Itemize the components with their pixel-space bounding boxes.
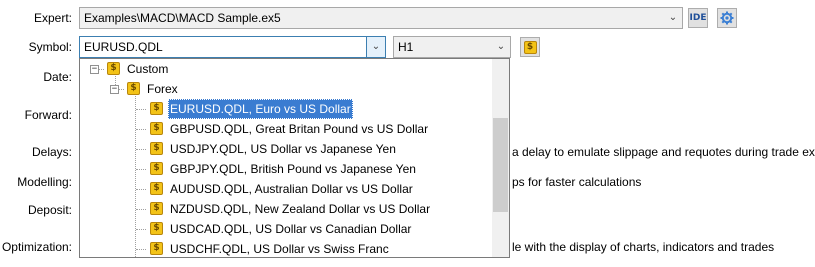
symbol-item[interactable]: $ NZDUSD.QDL, New Zealand Dollar vs US D…	[80, 199, 490, 219]
expert-label: Expert:	[33, 11, 72, 25]
symbol-item-label: USDJPY.QDL, US Dollar vs Japanese Yen	[170, 142, 396, 156]
symbol-item-label: EURUSD.QDL, Euro vs US Dollar	[168, 99, 353, 119]
ide-button-label: IDE	[689, 13, 707, 23]
tree-collapse-icon[interactable]: −	[90, 65, 99, 74]
chevron-down-icon[interactable]: ⌄	[366, 37, 385, 57]
symbol-tree-dropdown[interactable]: − $ Custom − $ Forex $ EURUSD.QDL, Euro …	[79, 58, 510, 258]
modelling-label: Modelling:	[17, 175, 72, 189]
symbol-item-label: USDCHF.QDL, US Dollar vs Swiss Franc	[170, 242, 389, 256]
tree-group-custom[interactable]: − $ Custom	[80, 59, 490, 79]
symbol-value: EURUSD.QDL	[84, 40, 163, 54]
expert-select[interactable]: Examples\MACD\MACD Sample.ex5 ⌄	[79, 7, 683, 29]
dollar-coin-icon: $	[150, 142, 163, 155]
ide-button[interactable]: IDE	[688, 8, 708, 28]
expert-value: Examples\MACD\MACD Sample.ex5	[84, 11, 281, 25]
symbol-combobox[interactable]: EURUSD.QDL ⌄	[79, 36, 386, 58]
symbol-item-label: GBPJPY.QDL, British Pound vs Japanese Ye…	[170, 162, 416, 176]
period-value: H1	[398, 40, 414, 54]
dollar-coin-icon: $	[150, 202, 163, 215]
deposit-label: Deposit:	[27, 203, 72, 217]
symbol-item-label: USDCAD.QDL, US Dollar vs Canadian Dollar	[170, 222, 412, 236]
tree-group-label: Forex	[147, 82, 178, 96]
delays-description: a delay to emulate slippage and requotes…	[512, 145, 815, 159]
dollar-coin-icon: $	[150, 222, 163, 235]
symbol-item[interactable]: $ EURUSD.QDL, Euro vs US Dollar	[80, 99, 490, 119]
chevron-down-icon: ⌄	[496, 41, 506, 52]
dollar-coin-icon: $	[127, 82, 140, 95]
symbol-item-label: NZDUSD.QDL, New Zealand Dollar vs US Dol…	[170, 202, 431, 216]
symbol-item[interactable]: $ USDCAD.QDL, US Dollar vs Canadian Doll…	[80, 219, 490, 239]
settings-button[interactable]	[717, 8, 737, 28]
symbol-item[interactable]: $ GBPUSD.QDL, Great Britan Pound vs US D…	[80, 119, 490, 139]
dollar-coin-icon: $	[150, 242, 163, 255]
dollar-coin-icon: $	[150, 122, 163, 135]
forward-label: Forward:	[24, 108, 72, 122]
period-select[interactable]: H1 ⌄	[393, 36, 511, 58]
dollar-coin-icon: $	[150, 102, 163, 115]
settings-gear-icon	[720, 11, 734, 25]
date-label: Date:	[43, 70, 72, 84]
optimization-description: le with the display of charts, indicator…	[512, 240, 775, 254]
symbol-item[interactable]: $ USDCHF.QDL, US Dollar vs Swiss Franc	[80, 239, 490, 257]
tree-group-label: Custom	[127, 62, 169, 76]
delays-label: Delays:	[31, 145, 72, 159]
optimization-label: Optimization:	[1, 240, 72, 254]
dollar-coin-icon: $	[150, 162, 163, 175]
tree-collapse-icon[interactable]: −	[110, 85, 119, 94]
symbol-item-label: AUDUSD.QDL, Australian Dollar vs US Doll…	[170, 182, 413, 196]
symbol-item[interactable]: $ GBPJPY.QDL, British Pound vs Japanese …	[80, 159, 490, 179]
dollar-coin-icon: $	[150, 182, 163, 195]
symbol-label: Symbol:	[28, 40, 72, 54]
dropdown-scrollbar[interactable]	[492, 59, 509, 257]
modelling-description: ps for faster calculations	[512, 175, 642, 189]
symbol-item-label: GBPUSD.QDL, Great Britan Pound vs US Dol…	[170, 122, 429, 136]
dollar-coin-icon: $	[107, 62, 120, 75]
dollar-coin-icon: $	[523, 40, 537, 54]
tree-group-forex[interactable]: − $ Forex	[80, 79, 490, 99]
symbol-properties-button[interactable]: $	[520, 37, 540, 57]
scrollbar-thumb[interactable]	[493, 118, 508, 212]
symbol-item[interactable]: $ AUDUSD.QDL, Australian Dollar vs US Do…	[80, 179, 490, 199]
symbol-item[interactable]: $ USDJPY.QDL, US Dollar vs Japanese Yen	[80, 139, 490, 159]
chevron-down-icon: ⌄	[668, 12, 678, 23]
